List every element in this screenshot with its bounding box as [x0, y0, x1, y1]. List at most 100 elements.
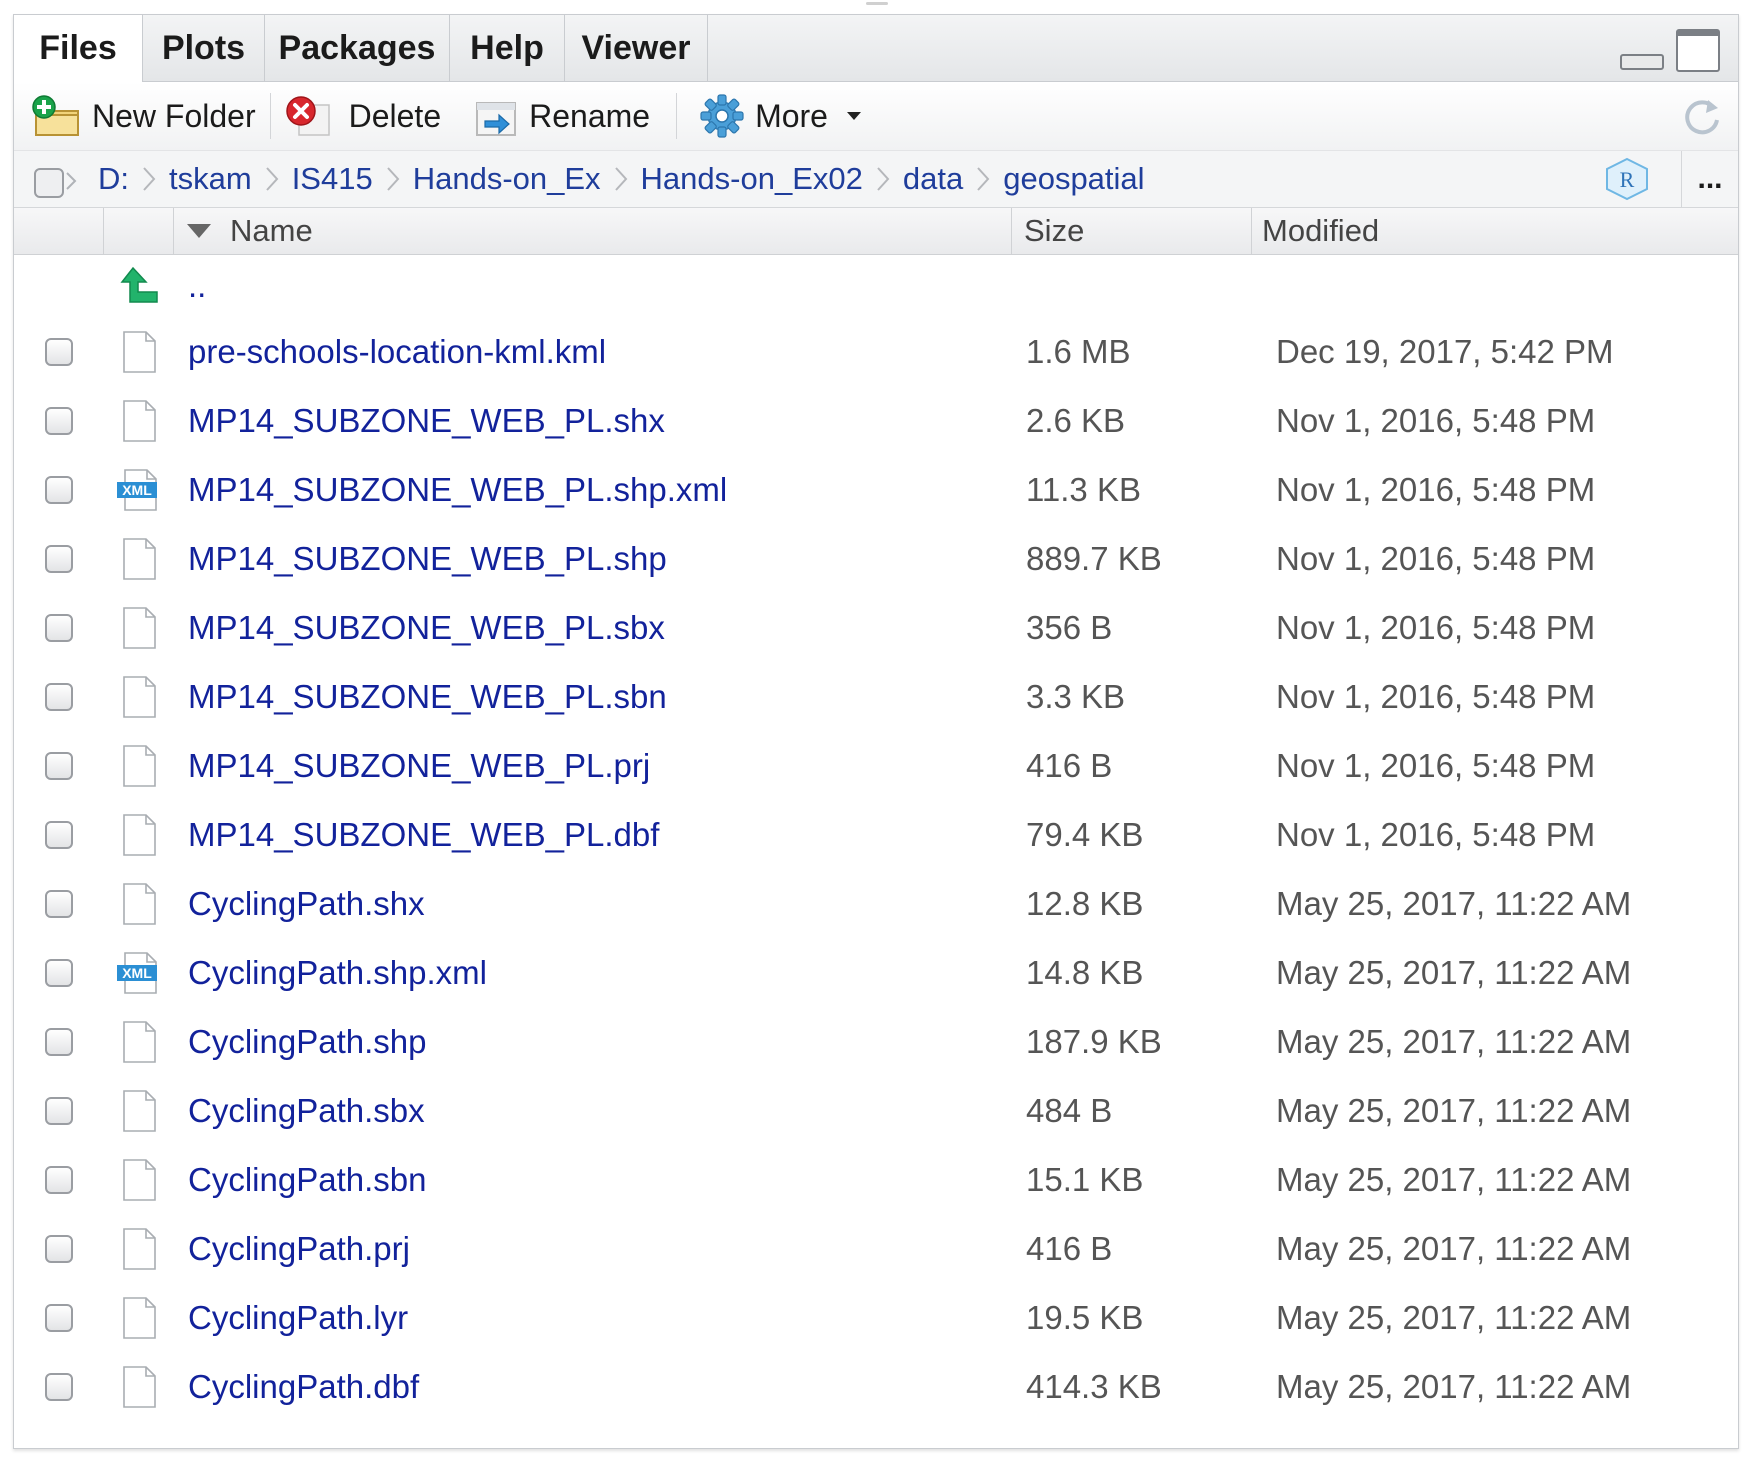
file-row[interactable]: MP14_SUBZONE_WEB_PL.shx 2.6 KB Nov 1, 2016… — [14, 386, 1738, 455]
maximize-pane-button[interactable] — [1676, 29, 1720, 72]
file-name-link[interactable]: CyclingPath.dbf — [174, 1368, 1012, 1406]
tab-files[interactable]: Files — [14, 15, 143, 82]
delete-button[interactable]: Delete — [285, 82, 441, 150]
row-checkbox[interactable] — [45, 751, 73, 780]
file-row[interactable]: XML CyclingPath.shp.xml 14.8 KB May 25, 201… — [14, 938, 1738, 1007]
file-modified: Nov 1, 2016, 5:48 PM — [1276, 401, 1596, 439]
file-size: 416 B — [1026, 746, 1113, 784]
row-select-cell — [14, 406, 104, 435]
file-row[interactable]: MP14_SUBZONE_WEB_PL.sbn 3.3 KB Nov 1, 2016… — [14, 662, 1738, 731]
file-row[interactable]: CyclingPath.prj 416 B May 25, 2017, 11:22 … — [14, 1214, 1738, 1283]
file-row[interactable]: CyclingPath.dbf 414.3 KB May 25, 2017, 11:… — [14, 1352, 1738, 1421]
row-checkbox[interactable] — [45, 1303, 73, 1332]
file-name-link[interactable]: CyclingPath.prj — [174, 1230, 1012, 1268]
row-checkbox[interactable] — [45, 475, 73, 504]
refresh-icon[interactable] — [1680, 96, 1724, 143]
row-checkbox[interactable] — [45, 1027, 73, 1056]
window-controls — [1620, 29, 1720, 72]
tab-viewer[interactable]: Viewer — [565, 15, 708, 81]
file-size: 187.9 KB — [1026, 1022, 1162, 1060]
file-size: 889.7 KB — [1026, 539, 1162, 577]
file-name-link[interactable]: MP14_SUBZONE_WEB_PL.sbn — [174, 678, 1012, 716]
row-checkbox[interactable] — [45, 1165, 73, 1194]
pane-tabbar: Files Plots Packages Help Viewer — [14, 15, 1738, 82]
rename-label: Rename — [529, 97, 651, 134]
file-name-link[interactable]: CyclingPath.shx — [174, 885, 1012, 923]
file-size: 14.8 KB — [1026, 953, 1144, 991]
file-size: 416 B — [1026, 1229, 1113, 1267]
more-menu-button[interactable]: More — [699, 82, 862, 150]
file-modified: Nov 1, 2016, 5:48 PM — [1276, 470, 1596, 508]
chevron-right-icon — [373, 166, 413, 192]
row-checkbox[interactable] — [45, 958, 73, 987]
file-name-link[interactable]: MP14_SUBZONE_WEB_PL.prj — [174, 747, 1012, 785]
breadcrumb-item[interactable]: D: — [98, 161, 129, 197]
chevron-down-icon — [846, 111, 862, 121]
breadcrumb-item[interactable]: Hands-on_Ex02 — [641, 161, 863, 197]
file-name-link[interactable]: MP14_SUBZONE_WEB_PL.shx — [174, 402, 1012, 440]
row-checkbox[interactable] — [45, 613, 73, 642]
new-folder-label: New Folder — [92, 97, 256, 134]
file-name-link[interactable]: MP14_SUBZONE_WEB_PL.shp — [174, 540, 1012, 578]
file-name-link[interactable]: pre-schools-location-kml.kml — [174, 333, 1012, 371]
file-row[interactable]: CyclingPath.shx 12.8 KB May 25, 2017, 11:2… — [14, 869, 1738, 938]
file-row[interactable]: MP14_SUBZONE_WEB_PL.prj 416 B Nov 1, 2016,… — [14, 731, 1738, 800]
row-checkbox[interactable] — [45, 1234, 73, 1263]
name-column-header[interactable]: Name — [174, 208, 1012, 254]
file-icon — [104, 813, 174, 857]
breadcrumb-item[interactable]: data — [903, 161, 963, 197]
row-checkbox[interactable] — [45, 820, 73, 849]
rename-button[interactable]: Rename — [473, 82, 650, 150]
tab-help[interactable]: Help — [450, 15, 565, 81]
file-row[interactable]: CyclingPath.sbn 15.1 KB May 25, 2017, 11:2… — [14, 1145, 1738, 1214]
row-checkbox[interactable] — [45, 406, 73, 435]
file-row[interactable]: MP14_SUBZONE_WEB_PL.shp 889.7 KB Nov 1, 20… — [14, 524, 1738, 593]
r-project-icon[interactable]: R — [1604, 157, 1650, 206]
file-size: 11.3 KB — [1026, 470, 1141, 508]
row-checkbox[interactable] — [45, 682, 73, 711]
row-checkbox[interactable] — [45, 1096, 73, 1125]
file-size: 15.1 KB — [1026, 1160, 1144, 1198]
row-checkbox[interactable] — [45, 337, 73, 366]
file-icon — [104, 1158, 174, 1202]
file-name-link[interactable]: CyclingPath.lyr — [174, 1299, 1012, 1337]
row-checkbox[interactable] — [45, 889, 73, 918]
parent-directory-link[interactable]: .. — [174, 267, 1012, 305]
row-select-cell — [14, 544, 104, 573]
size-column-header[interactable]: Size — [1012, 208, 1252, 254]
file-row[interactable]: CyclingPath.sbx 484 B May 25, 2017, 11:22 … — [14, 1076, 1738, 1145]
pane-resize-grip[interactable] — [866, 2, 888, 5]
file-modified: May 25, 2017, 11:22 AM — [1276, 1367, 1632, 1405]
breadcrumb-overflow-button[interactable]: ... — [1681, 151, 1738, 207]
new-folder-button[interactable]: New Folder — [14, 82, 256, 150]
minimize-pane-button[interactable] — [1620, 54, 1664, 70]
tab-packages[interactable]: Packages — [265, 15, 450, 81]
tab-plots[interactable]: Plots — [143, 15, 265, 81]
file-name-link[interactable]: MP14_SUBZONE_WEB_PL.shp.xml — [174, 471, 1012, 509]
breadcrumb-item[interactable]: IS415 — [292, 161, 373, 197]
breadcrumb-item[interactable]: Hands-on_Ex — [413, 161, 601, 197]
row-checkbox[interactable] — [45, 1372, 73, 1401]
file-row[interactable]: MP14_SUBZONE_WEB_PL.sbx 356 B Nov 1, 2016,… — [14, 593, 1738, 662]
file-size: 484 B — [1026, 1091, 1113, 1129]
file-name-link[interactable]: MP14_SUBZONE_WEB_PL.dbf — [174, 816, 1012, 854]
file-row[interactable]: pre-schools-location-kml.kml 1.6 MB Dec 19… — [14, 317, 1738, 386]
go-to-directory-button[interactable] — [14, 159, 98, 199]
file-name-link[interactable]: MP14_SUBZONE_WEB_PL.sbx — [174, 609, 1012, 647]
file-modified: Nov 1, 2016, 5:48 PM — [1276, 746, 1596, 784]
file-row[interactable]: CyclingPath.shp 187.9 KB May 25, 2017, 11:… — [14, 1007, 1738, 1076]
file-row[interactable]: XML MP14_SUBZONE_WEB_PL.shp.xml 11.3 KB Nov… — [14, 455, 1738, 524]
file-name-link[interactable]: CyclingPath.sbn — [174, 1161, 1012, 1199]
file-name-link[interactable]: CyclingPath.shp.xml — [174, 954, 1012, 992]
file-row[interactable]: CyclingPath.lyr 19.5 KB May 25, 2017, 11:2… — [14, 1283, 1738, 1352]
file-row[interactable]: MP14_SUBZONE_WEB_PL.dbf 79.4 KB Nov 1, 201… — [14, 800, 1738, 869]
sort-descending-icon — [186, 223, 212, 239]
file-modified: Dec 19, 2017, 5:42 PM — [1276, 332, 1614, 370]
breadcrumb-item[interactable]: tskam — [169, 161, 252, 197]
file-name-link[interactable]: CyclingPath.shp — [174, 1023, 1012, 1061]
row-checkbox[interactable] — [45, 544, 73, 573]
parent-directory-row[interactable]: .. — [14, 255, 1738, 317]
breadcrumb-item-current[interactable]: geospatial — [1003, 161, 1144, 197]
file-name-link[interactable]: CyclingPath.sbx — [174, 1092, 1012, 1130]
modified-column-header[interactable]: Modified — [1252, 208, 1738, 254]
